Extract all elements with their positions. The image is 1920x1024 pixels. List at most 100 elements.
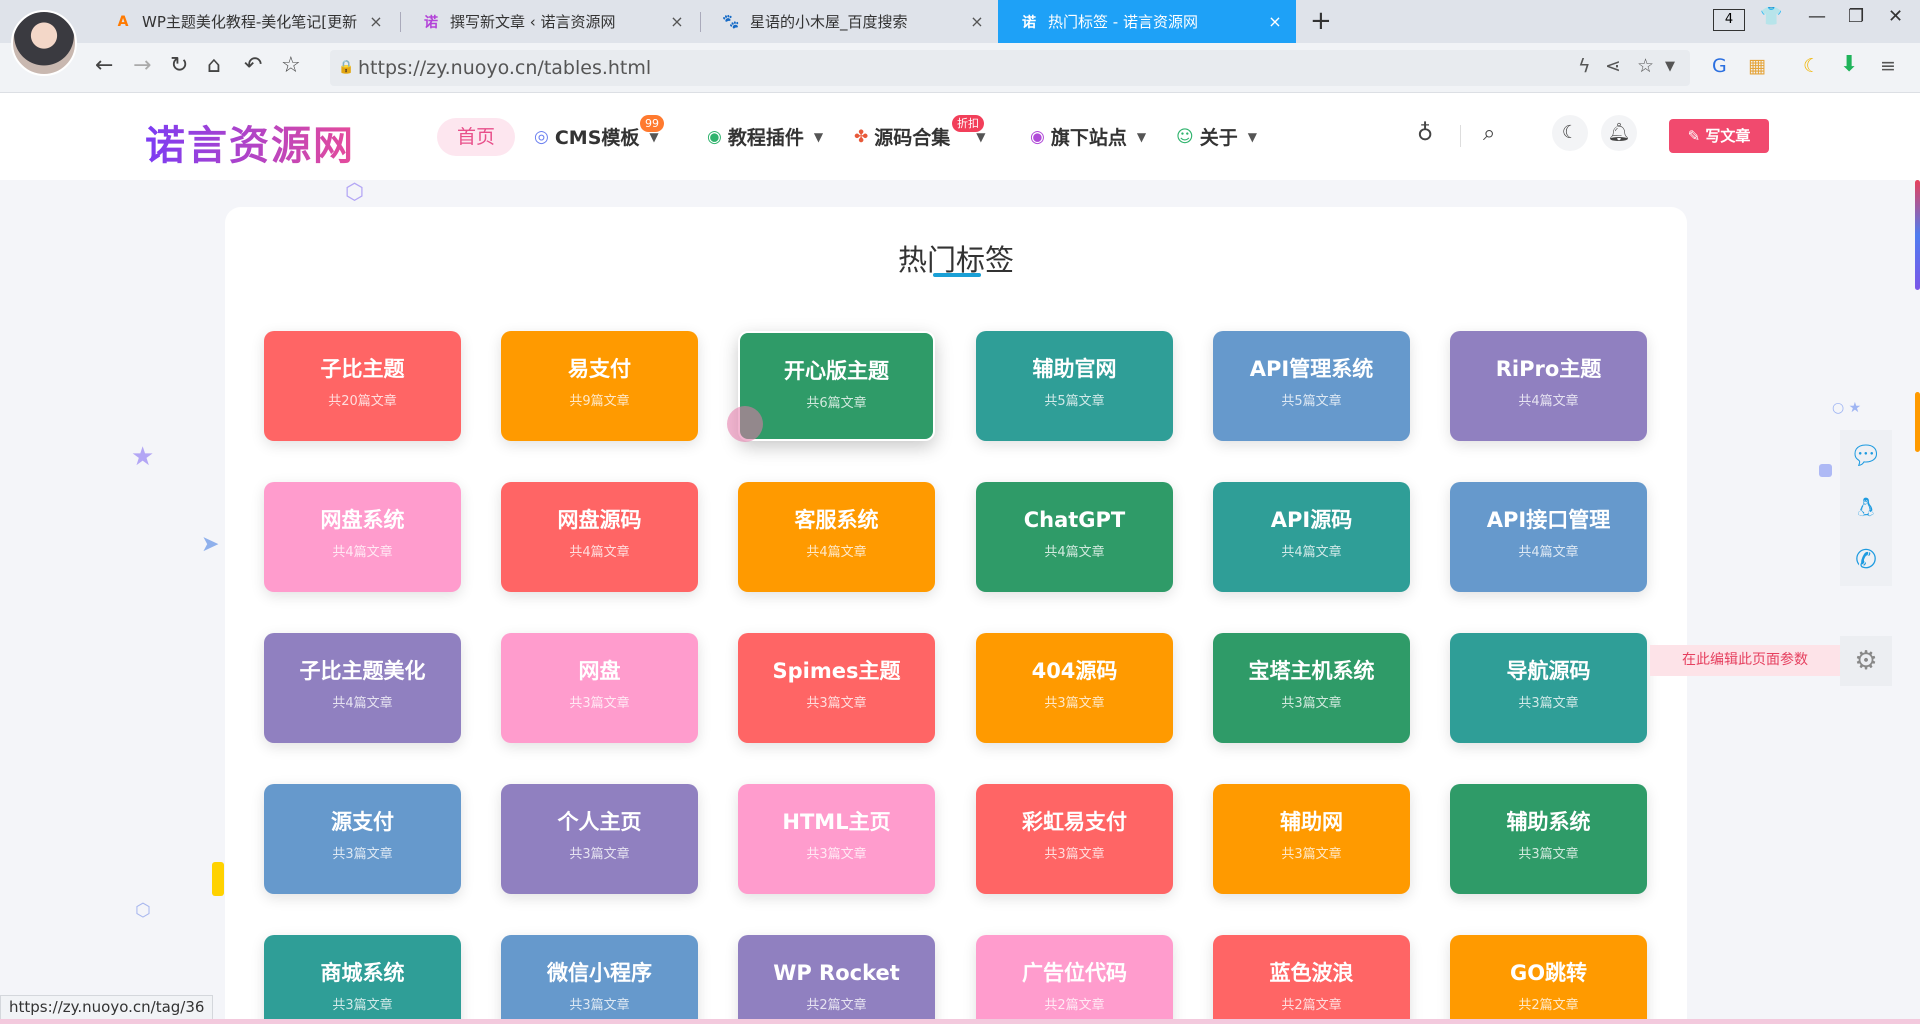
tag-card[interactable]: 商城系统共3篇文章	[264, 935, 461, 1024]
side-color-stripe	[1915, 180, 1920, 290]
gear-icon[interactable]: ⚙	[1840, 636, 1892, 686]
wechat-icon[interactable]: ✆	[1840, 534, 1892, 586]
tag-card[interactable]: 个人主页 共3篇文章	[501, 784, 698, 894]
reload-icon[interactable]: ↻	[170, 53, 188, 78]
tag-card[interactable]: WP Rocket 共2篇文章	[738, 935, 935, 1024]
tag-card[interactable]: 微信小程序 共3篇文章	[501, 935, 698, 1024]
tag-card[interactable]: 导航源码 共3篇文章	[1450, 633, 1647, 743]
tag-card[interactable]: 源支付 共3篇文章	[264, 784, 461, 894]
share-icon[interactable]: ⋖	[1605, 55, 1621, 77]
edit-page-params-hint[interactable]: 在此编辑此页面参数	[1650, 645, 1840, 676]
tag-card[interactable]: 蓝色波浪 共2篇文章	[1213, 935, 1410, 1024]
nav-label: 关于	[1199, 127, 1238, 149]
nav-home[interactable]: 首页	[437, 118, 515, 156]
tag-card[interactable]: 开心版主题 共6篇文章	[738, 331, 935, 441]
lightning-icon[interactable]: ϟ	[1578, 55, 1591, 77]
tag-card[interactable]: HTML主页 共3篇文章	[738, 784, 935, 894]
tag-card[interactable]: 彩虹易支付 共3篇文章	[976, 784, 1173, 894]
tag-card[interactable]: Spimes主题 共3篇文章	[738, 633, 935, 743]
close-icon[interactable]: ×	[1266, 12, 1284, 31]
tag-card[interactable]: ChatGPT 共4篇文章	[976, 482, 1173, 592]
tag-name: 个人主页	[557, 810, 642, 834]
tag-card[interactable]: 客服系统 共4篇文章	[738, 482, 935, 592]
night-moon-icon[interactable]: ☾	[1803, 55, 1820, 77]
tag-name: 商城系统	[320, 961, 405, 985]
nav-about[interactable]: ☺ 关于 ▼	[1176, 123, 1257, 150]
tag-card[interactable]: API源码 共4篇文章	[1213, 482, 1410, 592]
tag-card[interactable]: 辅助系统 共3篇文章	[1450, 784, 1647, 894]
translate-icon[interactable]: G	[1712, 55, 1727, 77]
nav-sister-sites[interactable]: ◉ 旗下站点 ▼	[1030, 123, 1146, 150]
tag-article-count: 共3篇文章	[1044, 696, 1105, 711]
close-icon[interactable]: ×	[367, 12, 385, 31]
tag-article-count: 共5篇文章	[1281, 394, 1342, 409]
tag-card[interactable]: API接口管理 共4篇文章	[1450, 482, 1647, 592]
tag-card[interactable]: 辅助官网 共5篇文章	[976, 331, 1173, 441]
mouse-cursor-indicator	[727, 406, 763, 442]
minimize-icon[interactable]: —	[1808, 6, 1826, 27]
tag-name: 微信小程序	[547, 961, 652, 985]
forward-arrow-icon[interactable]: →	[133, 53, 151, 78]
browser-tab[interactable]: A WP主题美化教程-美化笔记[更新 ×	[92, 0, 397, 43]
tag-card[interactable]: 网盘源码 共4篇文章	[501, 482, 698, 592]
tab-count-badge[interactable]: 4	[1713, 9, 1745, 31]
tag-article-count: 共3篇文章	[806, 696, 867, 711]
close-icon[interactable]: ×	[668, 12, 686, 31]
tag-card[interactable]: 宝塔主机系统 共3篇文章	[1213, 633, 1410, 743]
tag-name: GO跳转	[1509, 961, 1588, 985]
tag-card[interactable]: 子比主题美化 共4篇文章	[264, 633, 461, 743]
bookmark-star-icon[interactable]: ☆	[281, 53, 301, 78]
search-icon[interactable]: ⌕	[1483, 121, 1495, 146]
nav-label: 教程插件	[727, 127, 804, 149]
star-decoration-icon: ★	[131, 442, 155, 472]
skin-shirt-icon[interactable]: 👕	[1760, 6, 1782, 27]
menu-hamburger-icon[interactable]: ≡	[1880, 55, 1896, 77]
tutorial-icon: ◉	[707, 126, 722, 147]
tag-card[interactable]: 易支付 共9篇文章	[501, 331, 698, 441]
nav-label: CMS模板	[554, 127, 640, 149]
tag-article-count: 共2篇文章	[1044, 998, 1105, 1013]
tag-card[interactable]: 网盘 共3篇文章	[501, 633, 698, 743]
restore-icon[interactable]: ❐	[1848, 6, 1864, 27]
dark-mode-moon-icon[interactable]: ☾	[1552, 115, 1588, 151]
tag-card[interactable]: 网盘系统 共4篇文章	[264, 482, 461, 592]
window-close-icon[interactable]: ✕	[1888, 6, 1903, 27]
tag-article-count: 共3篇文章	[332, 998, 393, 1013]
shape-decoration	[212, 862, 224, 896]
new-tab-plus-icon[interactable]: +	[1310, 6, 1332, 36]
browser-tab-active[interactable]: 诺 热门标签 - 诺言资源网 ×	[998, 0, 1296, 43]
member-badge-icon[interactable]: ♁	[1417, 121, 1433, 146]
apps-grid-icon[interactable]: ▦	[1748, 55, 1766, 77]
tag-name: 辅助官网	[1032, 357, 1117, 381]
tag-card[interactable]: GO跳转 共2篇文章	[1450, 935, 1647, 1024]
site-logo[interactable]: 诺言资源网	[145, 113, 355, 171]
tag-article-count: 共3篇文章	[1044, 847, 1105, 862]
tag-card[interactable]: 子比主题 共20篇文章	[264, 331, 461, 441]
tag-article-count: 共3篇文章	[1281, 696, 1342, 711]
tag-article-count: 共4篇文章	[569, 545, 630, 560]
download-icon[interactable]: ⬇	[1840, 52, 1858, 77]
tag-card[interactable]: API管理系统 共5篇文章	[1213, 331, 1410, 441]
write-article-button[interactable]: ✎ 写文章	[1669, 119, 1769, 153]
tag-card[interactable]: 辅助网 共3篇文章	[1213, 784, 1410, 894]
tag-card[interactable]: 404源码 共3篇文章	[976, 633, 1173, 743]
browser-tab[interactable]: 诺 撰写新文章 ‹ 诺言资源网 ×	[400, 0, 698, 43]
chevron-down-icon[interactable]: ▼	[1665, 59, 1675, 74]
url-input[interactable]: 🔒 https://zy.nuoyo.cn/tables.html	[330, 50, 1690, 86]
tag-card[interactable]: RiPro主题 共4篇文章	[1450, 331, 1647, 441]
notification-bell-icon[interactable]: 🔔︎	[1601, 115, 1637, 151]
chat-bubble-icon[interactable]: 💬︎	[1840, 430, 1892, 482]
tab-title: 星语的小木屋_百度搜索	[750, 13, 908, 31]
back-arrow-icon[interactable]: ←	[95, 53, 113, 78]
tab-favicon-icon: 诺	[424, 14, 438, 31]
profile-avatar[interactable]	[11, 10, 77, 76]
close-icon[interactable]: ×	[968, 12, 986, 31]
undo-close-tab-icon[interactable]: ↶	[244, 53, 262, 78]
favorite-star-icon[interactable]: ☆	[1637, 55, 1654, 77]
tag-article-count: 共6篇文章	[806, 396, 867, 411]
qq-penguin-icon[interactable]: 🐧︎	[1840, 482, 1892, 534]
home-icon[interactable]: ⌂	[207, 53, 221, 78]
tag-card[interactable]: 广告位代码 共2篇文章	[976, 935, 1173, 1024]
browser-tab[interactable]: 🐾 星语的小木屋_百度搜索 ×	[700, 0, 998, 43]
nav-tutorial-plugins[interactable]: ◉ 教程插件 ▼	[707, 123, 823, 150]
